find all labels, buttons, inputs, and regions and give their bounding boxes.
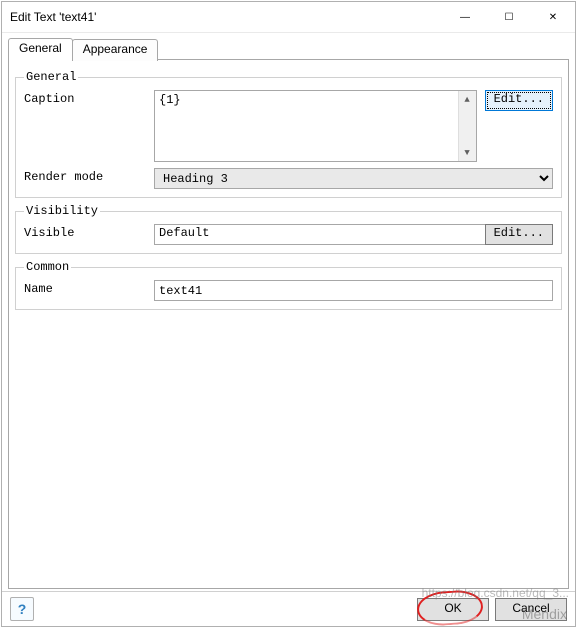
spacer [15,312,562,582]
cancel-button[interactable]: Cancel [495,598,567,621]
name-field [154,280,553,301]
tab-general[interactable]: General [8,38,73,60]
caption-scrollbar[interactable]: ▲ ▼ [458,91,476,161]
caption-field: {1} ▲ ▼ Edit... [154,90,553,162]
caption-edit-button[interactable]: Edit... [485,90,553,111]
group-common-legend: Common [24,260,71,274]
group-common: Common Name [15,260,562,310]
visible-edit-button[interactable]: Edit... [485,224,553,245]
tab-appearance[interactable]: Appearance [72,39,159,61]
render-mode-select[interactable]: Heading 3 [154,168,553,189]
row-caption: Caption {1} ▲ ▼ Edit... [24,90,553,162]
minimize-button[interactable]: — [443,2,487,32]
tab-general-panel: General Caption {1} ▲ ▼ [8,59,569,589]
scroll-down-icon[interactable]: ▼ [459,144,476,161]
window-controls: — ☐ ✕ [443,2,575,32]
visible-label: Visible [24,224,154,240]
visible-value[interactable]: Default [154,224,486,245]
tab-strip: General Appearance [8,37,569,59]
group-visibility: Visibility Visible Default Edit... [15,204,562,254]
tabs-area: General Appearance [2,33,575,59]
name-input[interactable] [154,280,553,301]
group-general: General Caption {1} ▲ ▼ [15,70,562,198]
render-mode-field: Heading 3 [154,168,553,189]
tab-panel-wrapper: General Caption {1} ▲ ▼ [2,59,575,591]
scroll-up-icon[interactable]: ▲ [459,91,476,108]
client-area: General Appearance General Caption {1} ▲ [2,33,575,626]
row-render-mode: Render mode Heading 3 [24,168,553,189]
caption-textarea[interactable]: {1} ▲ ▼ [154,90,477,162]
help-icon[interactable]: ? [10,597,34,621]
group-visibility-legend: Visibility [24,204,100,218]
ok-button[interactable]: OK [417,598,489,621]
visible-field: Default Edit... [154,224,553,245]
window-title: Edit Text 'text41' [2,10,443,24]
caption-label: Caption [24,90,154,106]
row-name: Name [24,280,553,301]
row-visible: Visible Default Edit... [24,224,553,245]
render-mode-label: Render mode [24,168,154,184]
group-general-legend: General [24,70,78,84]
dialog-window: Edit Text 'text41' — ☐ ✕ General Appeara… [1,1,576,627]
close-button[interactable]: ✕ [531,2,575,32]
caption-value: {1} [155,91,458,161]
footer: ? OK Cancel https://blog.csdn.net/qq_3..… [2,591,575,626]
name-label: Name [24,280,154,296]
maximize-button[interactable]: ☐ [487,2,531,32]
titlebar: Edit Text 'text41' — ☐ ✕ [2,2,575,33]
